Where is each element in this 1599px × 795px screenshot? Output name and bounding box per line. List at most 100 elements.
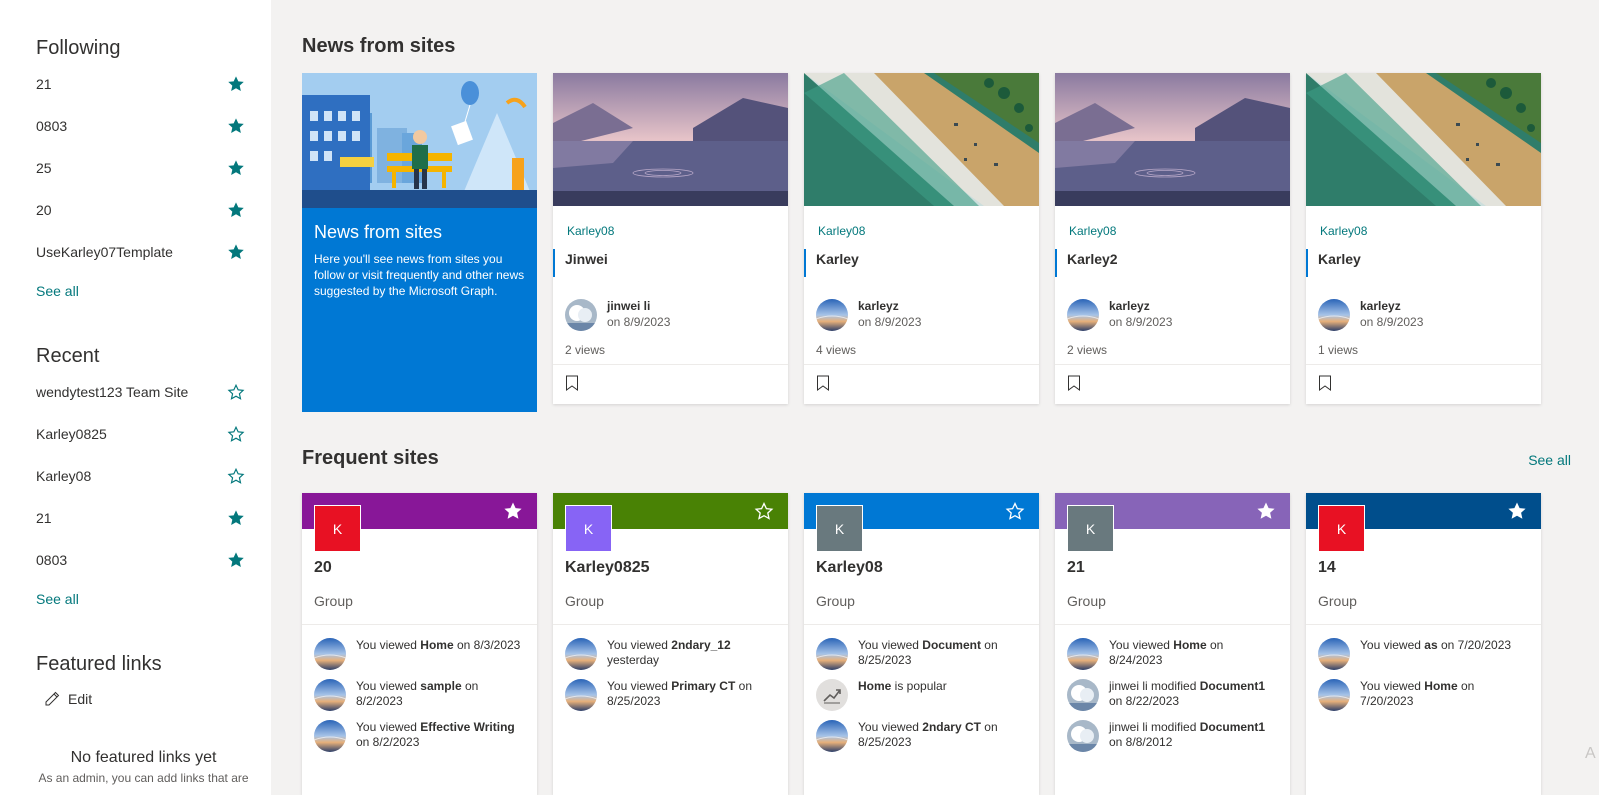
edit-featured-links-button[interactable]: Edit — [44, 689, 271, 709]
activity-item-name[interactable]: Home — [1424, 679, 1457, 693]
activity-avatar — [1318, 638, 1350, 670]
activity-suffix: on 8/3/2023 — [453, 638, 521, 652]
view-count: 1 views — [1318, 343, 1359, 357]
star-filled-icon[interactable] — [1507, 501, 1527, 521]
star-outline-icon[interactable] — [227, 467, 245, 485]
activity-text: You viewed Primary CT on 8/25/2023 — [607, 679, 776, 709]
site-card[interactable]: K Karley0825 Group You viewed 2ndary_12 yes… — [553, 493, 788, 795]
recent-item[interactable]: 0803 — [36, 539, 271, 581]
site-card[interactable]: K Karley08 Group You viewed Document on 8/2… — [804, 493, 1039, 795]
news-card[interactable]: Karley08 Jinwei jinwei li on 8/9/2023 2 view… — [553, 73, 788, 404]
news-card-site[interactable]: Karley08 — [1306, 206, 1541, 241]
star-filled-icon[interactable] — [227, 243, 245, 261]
site-color-band: K — [1055, 493, 1290, 552]
author-name[interactable]: karleyz — [1360, 299, 1423, 314]
news-card-site[interactable]: Karley08 — [804, 206, 1039, 241]
activity-prefix: You viewed — [607, 638, 672, 652]
following-item[interactable]: 25 — [36, 147, 271, 189]
star-outline-icon[interactable] — [227, 383, 245, 401]
activity-item[interactable]: You viewed sample on 8/2/2023 — [314, 679, 525, 720]
site-card[interactable]: K 20 Group You viewed Home on 8/3/2023 You v… — [302, 493, 537, 795]
star-filled-icon[interactable] — [227, 509, 245, 527]
activity-item-name[interactable]: 2ndary_12 — [671, 638, 730, 652]
activity-prefix: jinwei li modified — [1109, 720, 1200, 734]
activity-prefix: You viewed — [356, 720, 421, 734]
star-outline-icon[interactable] — [227, 425, 245, 443]
frequent-sites-title: Frequent sites — [302, 447, 439, 469]
recent-item[interactable]: 21 — [36, 497, 271, 539]
news-card-footer — [1306, 364, 1541, 400]
following-item[interactable]: 21 — [36, 63, 271, 105]
activity-item-name[interactable]: Primary CT — [671, 679, 735, 693]
activity-item-name[interactable]: Effective Writing — [420, 720, 514, 734]
news-card[interactable]: Karley08 Karley karleyz on 8/9/2023 1 views — [1306, 73, 1541, 404]
star-outline-icon[interactable] — [1005, 501, 1025, 521]
site-logo-initial: K — [834, 520, 845, 537]
site-logo-initial: K — [1336, 520, 1347, 537]
activity-item-name[interactable]: Document1 — [1200, 679, 1265, 693]
activity-item[interactable]: You viewed Home on 8/3/2023 — [314, 638, 525, 679]
news-card-site[interactable]: Karley08 — [553, 206, 788, 241]
activity-item[interactable]: jinwei li modified Document1 on 8/8/2012 — [1067, 720, 1278, 761]
following-item[interactable]: UseKarley07Template — [36, 231, 271, 273]
star-filled-icon[interactable] — [227, 159, 245, 177]
news-card-site[interactable]: Karley08 — [1055, 206, 1290, 241]
news-card-title[interactable]: Karley — [1306, 249, 1541, 277]
star-filled-icon[interactable] — [227, 117, 245, 135]
activity-item-name[interactable]: sample — [420, 679, 461, 693]
site-activities: You viewed Home on 8/24/2023 jinwei li mo… — [1055, 624, 1290, 761]
activity-item[interactable]: jinwei li modified Document1 on 8/22/202… — [1067, 679, 1278, 720]
site-card[interactable]: K 21 Group You viewed Home on 8/24/2023 jinw… — [1055, 493, 1290, 795]
recent-item[interactable]: wendytest123 Team Site — [36, 371, 271, 413]
recent-item[interactable]: Karley08 — [36, 455, 271, 497]
news-card[interactable]: Karley08 Karley karleyz on 8/9/2023 4 views — [804, 73, 1039, 404]
recent-see-all-link[interactable]: See all — [36, 589, 79, 609]
activity-item[interactable]: You viewed Effective Writing on 8/2/2023 — [314, 720, 525, 761]
activity-item-name[interactable]: as — [1424, 638, 1437, 652]
activity-item[interactable]: You viewed Document on 8/25/2023 — [816, 638, 1027, 679]
activity-item-name[interactable]: Document1 — [1200, 720, 1265, 734]
activity-item-name[interactable]: Home — [858, 679, 891, 693]
news-card[interactable]: Karley08 Karley2 karleyz on 8/9/2023 2 views — [1055, 73, 1290, 404]
bookmark-icon[interactable] — [816, 375, 830, 391]
following-item[interactable]: 20 — [36, 189, 271, 231]
activity-item[interactable]: Home is popular — [816, 679, 1027, 720]
following-see-all-link[interactable]: See all — [36, 281, 79, 301]
bookmark-icon[interactable] — [1067, 375, 1081, 391]
news-card-title[interactable]: Jinwei — [553, 249, 788, 277]
star-filled-icon[interactable] — [227, 551, 245, 569]
author-name[interactable]: karleyz — [1109, 299, 1172, 314]
star-filled-icon[interactable] — [227, 75, 245, 93]
author-name[interactable]: jinwei li — [607, 299, 670, 314]
author-name[interactable]: karleyz — [858, 299, 921, 314]
activity-item[interactable]: You viewed 2ndary CT on 8/25/2023 — [816, 720, 1027, 761]
activity-item[interactable]: You viewed Home on 8/24/2023 — [1067, 638, 1278, 679]
news-card-title[interactable]: Karley2 — [1055, 249, 1290, 277]
activity-item[interactable]: You viewed as on 7/20/2023 — [1318, 638, 1529, 679]
author-meta: karleyz on 8/9/2023 — [1360, 299, 1423, 330]
star-filled-icon[interactable] — [1256, 501, 1276, 521]
news-card-title[interactable]: Karley — [804, 249, 1039, 277]
activity-item[interactable]: You viewed Primary CT on 8/25/2023 — [565, 679, 776, 720]
site-type: Group — [314, 593, 353, 609]
news-card-author: jinwei li on 8/9/2023 — [553, 299, 788, 333]
activity-item[interactable]: You viewed 2ndary_12 yesterday — [565, 638, 776, 679]
activity-item-name[interactable]: Home — [420, 638, 453, 652]
star-filled-icon[interactable] — [503, 501, 523, 521]
frequent-sites-see-all-link[interactable]: See all — [1528, 452, 1571, 468]
following-item[interactable]: 0803 — [36, 105, 271, 147]
site-card[interactable]: K 14 Group You viewed as on 7/20/2023 You vi… — [1306, 493, 1541, 795]
activity-item-name[interactable]: Document — [922, 638, 981, 652]
activity-item-name[interactable]: Home — [1173, 638, 1206, 652]
activity-item[interactable]: You viewed Home on 7/20/2023 — [1318, 679, 1529, 720]
recent-item[interactable]: Karley0825 — [36, 413, 271, 455]
site-logo: K — [565, 505, 612, 552]
bookmark-icon[interactable] — [1318, 375, 1332, 391]
star-filled-icon[interactable] — [227, 201, 245, 219]
bookmark-icon[interactable] — [565, 375, 579, 391]
star-outline-icon[interactable] — [754, 501, 774, 521]
activity-item-name[interactable]: 2ndary CT — [922, 720, 981, 734]
site-color-band: K — [1306, 493, 1541, 552]
news-illustration — [302, 73, 537, 208]
activity-prefix: You viewed — [1360, 638, 1425, 652]
